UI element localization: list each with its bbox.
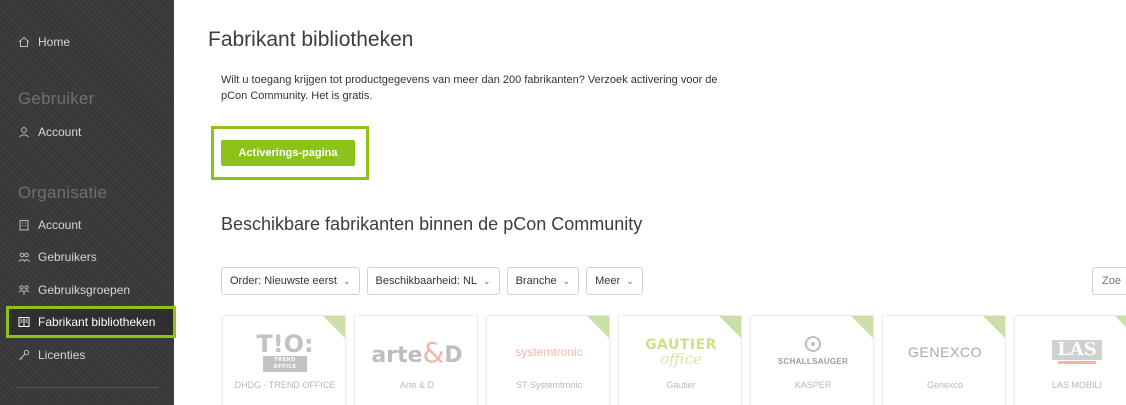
- intro-text: Wilt u toegang krijgen tot productgegeve…: [221, 74, 718, 102]
- manufacturer-logo: arte&D: [371, 335, 463, 369]
- sidebar-item-home[interactable]: Home: [0, 29, 174, 55]
- sidebar-item-licenses[interactable]: Licenties: [0, 342, 174, 368]
- filter-label: Beschikbaarheid: NL: [375, 275, 478, 287]
- user-groups-icon: [18, 284, 30, 296]
- user-icon: [18, 126, 30, 138]
- sidebar-item-org-account[interactable]: Account: [0, 212, 174, 238]
- filter-more[interactable]: Meer ⌄: [586, 267, 643, 295]
- chevron-down-icon: ⌄: [483, 275, 491, 286]
- home-icon: [18, 36, 30, 48]
- manufacturer-card[interactable]: arte&D Arte & D: [354, 315, 478, 405]
- main-content: Fabrikant bibliotheken Wilt u toegang kr…: [174, 0, 1126, 405]
- manufacturer-card[interactable]: GENEXCO Genexco: [882, 315, 1006, 405]
- manufacturer-card[interactable]: systemtronic ST-Systemtronic: [486, 315, 610, 405]
- sidebar-item-label: Gebruiksgroepen: [38, 283, 131, 297]
- manufacturer-card[interactable]: LAS LAS MOBILI: [1014, 315, 1126, 405]
- chevron-down-icon: ⌄: [626, 275, 634, 286]
- sidebar-item-user-groups[interactable]: Gebruiksgroepen: [0, 277, 174, 303]
- users-icon: [18, 251, 30, 263]
- chevron-down-icon: ⌄: [342, 275, 351, 286]
- sidebar-divider: [18, 387, 158, 388]
- sidebar-item-label: Account: [38, 218, 82, 232]
- filter-bar: Order: Nieuwste eerst ⌄ Beschikbaarheid:…: [221, 267, 643, 295]
- manufacturer-card[interactable]: GAUTIER office Gautier: [618, 315, 742, 405]
- manufacturer-name: ST-Systemtronic: [515, 380, 582, 390]
- sidebar-item-manufacturer-libraries[interactable]: Fabrikant bibliotheken: [6, 306, 176, 338]
- library-icon: [18, 316, 30, 328]
- manufacturer-logo: T!O: TREND OFFICE: [256, 329, 314, 372]
- filter-label: Meer: [595, 275, 621, 287]
- sidebar-section-organisation: Organisatie: [18, 183, 108, 202]
- manufacturer-logo: GENEXCO: [907, 344, 983, 360]
- sidebar-item-label: Licenties: [38, 348, 86, 362]
- filter-availability[interactable]: Beschikbaarheid: NL ⌄: [366, 267, 500, 295]
- filter-order[interactable]: Order: Nieuwste eerst ⌄: [221, 267, 360, 295]
- sidebar-item-label: Fabrikant bibliotheken: [38, 315, 156, 329]
- manufacturer-name: LAS MOBILI: [1051, 380, 1103, 390]
- sidebar-item-label: Gebruikers: [38, 250, 97, 264]
- sidebar-item-user-account[interactable]: Account: [0, 119, 174, 145]
- manufacturer-logo: systemtronic: [515, 345, 583, 359]
- section-title: Beschikbare fabrikanten binnen de pCon C…: [221, 214, 643, 234]
- filter-industry[interactable]: Branche ⌄: [506, 267, 580, 295]
- filter-label: Branche: [515, 275, 557, 287]
- page-title: Fabrikant bibliotheken: [208, 28, 414, 51]
- sidebar: Home Gebruiker Account Organisatie Accou…: [0, 0, 176, 405]
- manufacturer-name: Gautier: [666, 380, 696, 390]
- manufacturer-name: Genexco: [926, 380, 964, 390]
- manufacturer-card[interactable]: SCHALLSAUGER KASPER: [750, 315, 874, 405]
- manufacturer-name: DHDG - TREND OFFICE: [234, 380, 336, 390]
- sidebar-item-label: Home: [38, 35, 71, 49]
- sidebar-item-label: Account: [38, 125, 82, 139]
- search-input[interactable]: [1092, 267, 1126, 295]
- manufacturer-name: KASPER: [794, 380, 832, 390]
- manufacturer-logo: GAUTIER office: [645, 337, 717, 368]
- filter-label: Order: Nieuwste eerst: [230, 275, 337, 287]
- sidebar-section-user: Gebruiker: [18, 89, 95, 108]
- activation-page-button[interactable]: Activerings-pagina: [221, 140, 355, 166]
- manufacturer-name: Arte & D: [399, 380, 434, 390]
- manufacturer-logo: SCHALLSAUGER: [751, 330, 873, 374]
- chevron-down-icon: ⌄: [562, 275, 571, 286]
- sidebar-item-users[interactable]: Gebruikers: [0, 244, 174, 270]
- building-icon: [18, 219, 30, 231]
- key-icon: [18, 349, 30, 361]
- manufacturer-card[interactable]: T!O: TREND OFFICE DHDG - TREND OFFICE: [222, 315, 346, 405]
- manufacturer-logo: LAS: [1015, 330, 1126, 374]
